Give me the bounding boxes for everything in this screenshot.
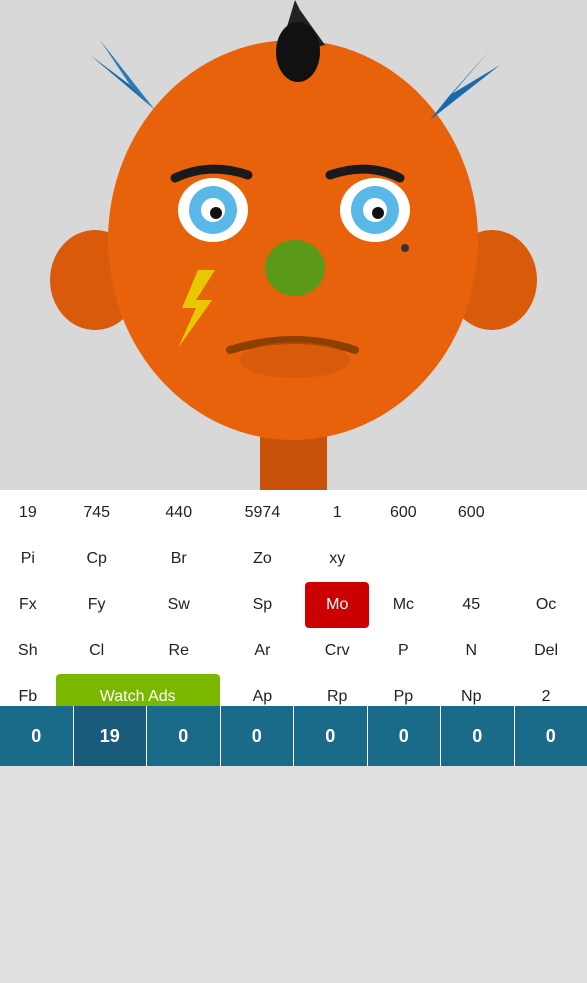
cell-cl: Cl [56,628,138,674]
table-row: Pi Cp Br Zo xy [0,536,587,582]
cell-re: Re [138,628,220,674]
cell-crv: Crv [305,628,369,674]
cell-600b: 600 [437,490,505,536]
cell-p: P [369,628,437,674]
bottom-stats-bar: 0 19 0 0 0 0 0 0 [0,706,587,766]
cell-mc: Mc [369,582,437,628]
bottom-cell-7: 0 [515,706,587,766]
cell-pi: Pi [0,536,56,582]
bottom-cell-4: 0 [294,706,368,766]
cell-fy: Fy [56,582,138,628]
cell-745: 745 [56,490,138,536]
cell-oc: Oc [505,582,587,628]
cell-sw: Sw [138,582,220,628]
table-row: Sh Cl Re Ar Crv P N Del [0,628,587,674]
cell-1: 1 [305,490,369,536]
cell-br: Br [138,536,220,582]
character-display [0,0,587,490]
cell-empty2 [437,536,505,582]
cell-del: Del [505,628,587,674]
bottom-cell-0: 0 [0,706,74,766]
cell-440: 440 [138,490,220,536]
bottom-cell-3: 0 [221,706,295,766]
cell-mo[interactable]: Mo [305,582,369,628]
cell-xy: xy [305,536,369,582]
cell-sp: Sp [220,582,305,628]
cell-empty1 [369,536,437,582]
table-row: Fx Fy Sw Sp Mo Mc 45 Oc [0,582,587,628]
bottom-cell-2: 0 [147,706,221,766]
bottom-cell-19: 19 [74,706,148,766]
grid-area: 19 745 440 5974 1 600 600 Pi Cp Br Zo xy… [0,490,587,766]
cell-zo: Zo [220,536,305,582]
cell-fx: Fx [0,582,56,628]
cell-ar: Ar [220,628,305,674]
cell-5974: 5974 [220,490,305,536]
cell-600a: 600 [369,490,437,536]
cell-45: 45 [437,582,505,628]
cell-19: 19 [0,490,56,536]
character-svg [0,0,587,490]
cell-sh: Sh [0,628,56,674]
cell-cp: Cp [56,536,138,582]
bottom-cell-6: 0 [441,706,515,766]
bottom-cell-5: 0 [368,706,442,766]
table-row: 19 745 440 5974 1 600 600 [0,490,587,536]
cell-n: N [437,628,505,674]
